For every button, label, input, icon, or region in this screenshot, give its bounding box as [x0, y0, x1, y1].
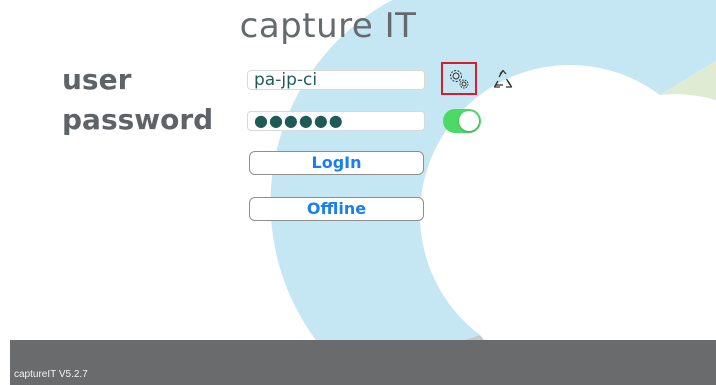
settings-gears-icon [450, 69, 469, 88]
app-title: capture IT [239, 6, 417, 46]
version-label: captureIT V5.2.7 [14, 369, 88, 380]
password-input[interactable]: ●●●●●● [247, 111, 425, 131]
settings-button[interactable] [441, 62, 477, 95]
footer-bar: captureIT V5.2.7 [10, 340, 716, 385]
sync-button[interactable] [489, 66, 517, 94]
recycle-icon [493, 69, 513, 88]
login-screen: capture IT user password pa-jp-ci ●●●●●● [0, 0, 716, 385]
background-ring-graphic [270, 0, 716, 385]
remember-toggle[interactable] [443, 109, 481, 133]
offline-button[interactable]: Offline [249, 197, 424, 221]
toggle-knob [459, 111, 479, 131]
user-input[interactable]: pa-jp-ci [247, 70, 425, 90]
user-label: user [62, 63, 132, 96]
login-button[interactable]: LogIn [249, 151, 424, 175]
password-label: password [62, 103, 214, 136]
